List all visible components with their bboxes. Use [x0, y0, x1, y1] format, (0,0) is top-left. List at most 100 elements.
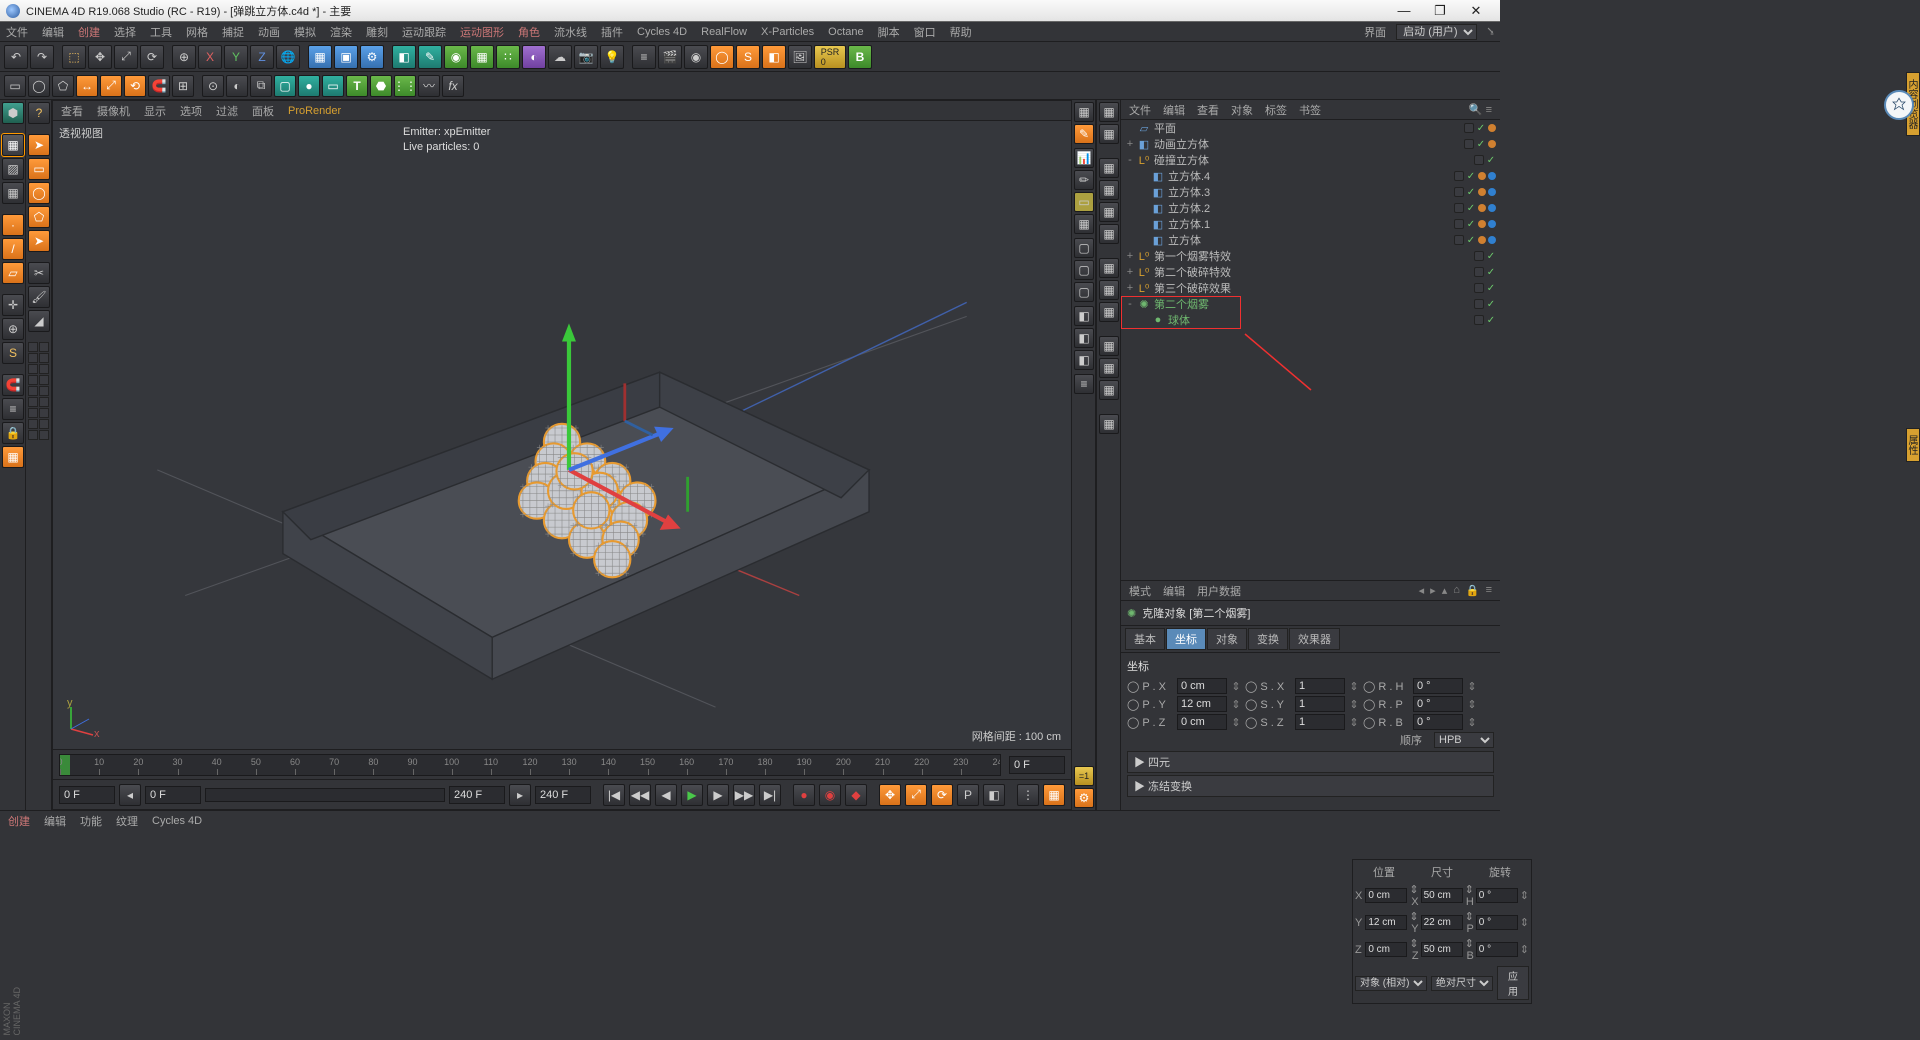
point-mode-button[interactable]: · — [2, 214, 24, 236]
object-row-碰撞立方体[interactable]: -L⁰碰撞立方体✓ — [1121, 152, 1500, 168]
menu-Cycles 4D[interactable]: Cycles 4D — [637, 26, 687, 38]
axis-lock-y[interactable]: Y — [224, 45, 248, 69]
pos-x-input[interactable] — [1177, 678, 1227, 694]
key-param-button[interactable]: P — [957, 784, 979, 806]
prim-plane-icon[interactable]: ▭ — [322, 75, 344, 97]
viewtab-查看[interactable]: 查看 — [61, 103, 83, 119]
texture-mode-button[interactable]: ▨ — [2, 158, 24, 180]
play-button[interactable]: ▶ — [681, 784, 703, 806]
rot-h-input[interactable] — [1413, 678, 1463, 694]
pos-z-input[interactable] — [1177, 714, 1227, 730]
autokey-button[interactable]: ◉ — [819, 784, 841, 806]
knife-icon[interactable]: ✂ — [28, 262, 50, 284]
workplane-mode-button[interactable]: ▦ — [2, 182, 24, 204]
range-end-field[interactable] — [449, 786, 505, 804]
attr-tab-用户数据[interactable]: 用户数据 — [1197, 583, 1241, 599]
cp-pos-X[interactable] — [1365, 888, 1407, 903]
render-settings-button[interactable]: ⚙ — [360, 45, 384, 69]
rfb-13[interactable]: ▦ — [1099, 414, 1119, 434]
material-tab-创建[interactable]: 创建 — [8, 813, 30, 829]
om-tab-查看[interactable]: 查看 — [1197, 102, 1219, 118]
key-mode-button[interactable]: ▦ — [1043, 784, 1065, 806]
move-tool-icon[interactable]: ↔ — [76, 75, 98, 97]
om-tab-对象[interactable]: 对象 — [1231, 102, 1253, 118]
instance-button[interactable]: ⧉ — [250, 75, 272, 97]
rfb-9[interactable]: ▦ — [1099, 302, 1119, 322]
viewtab-ProRender[interactable]: ProRender — [288, 105, 341, 117]
attr-home-icon[interactable]: ⌂ — [1453, 584, 1460, 597]
object-row-第二个破碎特效[interactable]: +L⁰第二个破碎特效✓ — [1121, 264, 1500, 280]
bevel-icon[interactable]: ◢ — [28, 310, 50, 332]
rfb-11[interactable]: ▦ — [1099, 358, 1119, 378]
attr-nav-up-icon[interactable]: ▴ — [1442, 584, 1448, 597]
viewport[interactable]: 透视视图 Emitter: xpEmitter Live particles: … — [53, 121, 1071, 749]
rfb-3[interactable]: ▦ — [1099, 158, 1119, 178]
key-pos-button[interactable]: ✥ — [879, 784, 901, 806]
record-button[interactable]: ● — [793, 784, 815, 806]
viewtab-面板[interactable]: 面板 — [252, 103, 274, 119]
cp-pos-Z[interactable] — [1365, 942, 1407, 957]
menu-运动跟踪[interactable]: 运动跟踪 — [402, 24, 446, 40]
rfb-8[interactable]: ▦ — [1099, 280, 1119, 300]
next-frame-button[interactable]: ▶ — [707, 784, 729, 806]
move-button[interactable]: ✥ — [88, 45, 112, 69]
current-frame-field[interactable] — [145, 786, 201, 804]
material-button[interactable]: ◉ — [684, 45, 708, 69]
text-tool-button[interactable]: T — [346, 75, 368, 97]
extrude-button[interactable]: ⬣ — [370, 75, 392, 97]
range-start-field[interactable] — [59, 786, 115, 804]
rect-select-icon[interactable]: ▭ — [28, 158, 50, 180]
arrow2-icon[interactable]: ➤ — [28, 230, 50, 252]
scale-y-input[interactable] — [1295, 696, 1345, 712]
axis-lock-x[interactable]: X — [198, 45, 222, 69]
material-tab-编辑[interactable]: 编辑 — [44, 813, 66, 829]
range-start-lock-icon[interactable]: ◂ — [119, 784, 141, 806]
rfa-1[interactable]: ▦ — [1074, 102, 1094, 122]
cp-rot-H[interactable] — [1476, 888, 1518, 903]
viewtab-摄像机[interactable]: 摄像机 — [97, 103, 130, 119]
key-options-button[interactable]: ⋮ — [1017, 784, 1039, 806]
rfa-8[interactable]: ▢ — [1074, 260, 1094, 280]
deformer-button[interactable]: ◐ — [522, 45, 546, 69]
minimize-button[interactable]: — — [1386, 3, 1422, 18]
rfb-1[interactable]: ▦ — [1099, 102, 1119, 122]
cp-size-Y[interactable] — [1421, 915, 1463, 930]
cp-size-X[interactable] — [1421, 888, 1463, 903]
prev-key-button[interactable]: ◀◀ — [629, 784, 651, 806]
rfa-10[interactable]: ◧ — [1074, 306, 1094, 326]
close-button[interactable]: ✕ — [1458, 3, 1494, 19]
attr-subtab-基本[interactable]: 基本 — [1125, 628, 1165, 650]
menu-RealFlow[interactable]: RealFlow — [701, 26, 747, 38]
rfa-7[interactable]: ▢ — [1074, 238, 1094, 258]
boolean-button[interactable]: ◐ — [226, 75, 248, 97]
menu-创建[interactable]: 创建 — [78, 24, 100, 40]
menu-文件[interactable]: 文件 — [6, 24, 28, 40]
menu-动画[interactable]: 动画 — [258, 24, 280, 40]
rotate-button[interactable]: ⟳ — [140, 45, 164, 69]
octane-o-button[interactable]: ◯ — [710, 45, 734, 69]
workplane-button[interactable]: ⊞ — [172, 75, 194, 97]
undo-button[interactable]: ↶ — [4, 45, 28, 69]
rfa-4[interactable]: ✏ — [1074, 170, 1094, 190]
help-icon[interactable]: ? — [28, 102, 50, 124]
object-row-球体[interactable]: ●球体✓ — [1121, 312, 1500, 328]
material-tab-功能[interactable]: 功能 — [80, 813, 102, 829]
cp-rot-P[interactable] — [1476, 915, 1518, 930]
scale-x-input[interactable] — [1295, 678, 1345, 694]
object-row-第三个破碎效果[interactable]: +L⁰第三个破碎效果✓ — [1121, 280, 1500, 296]
key-pla-button[interactable]: ◧ — [983, 784, 1005, 806]
attr-lock-icon[interactable]: 🔒 — [1466, 584, 1480, 597]
xpresso-button[interactable]: ≡ — [632, 45, 656, 69]
object-row-立方体[interactable]: ◧立方体✓ — [1121, 232, 1500, 248]
timeline-ruler[interactable]: 0102030405060708090100110120130140150160… — [59, 754, 1001, 776]
accordion-quaternion[interactable]: ▶ 四元 — [1127, 751, 1494, 773]
picture-viewer-button[interactable]: 🖼 — [788, 45, 812, 69]
object-row-平面[interactable]: ▱平面✓ — [1121, 120, 1500, 136]
attr-tab-编辑[interactable]: 编辑 — [1163, 583, 1185, 599]
redo-button[interactable]: ↷ — [30, 45, 54, 69]
menu-流水线[interactable]: 流水线 — [554, 24, 587, 40]
attr-nav-back-icon[interactable]: ◂ — [1419, 584, 1425, 597]
coord-apply-button[interactable]: 应用 — [1497, 966, 1529, 1000]
rotation-order-select[interactable]: HPB — [1434, 732, 1494, 748]
coord-system-button[interactable]: 🌐 — [276, 45, 300, 69]
